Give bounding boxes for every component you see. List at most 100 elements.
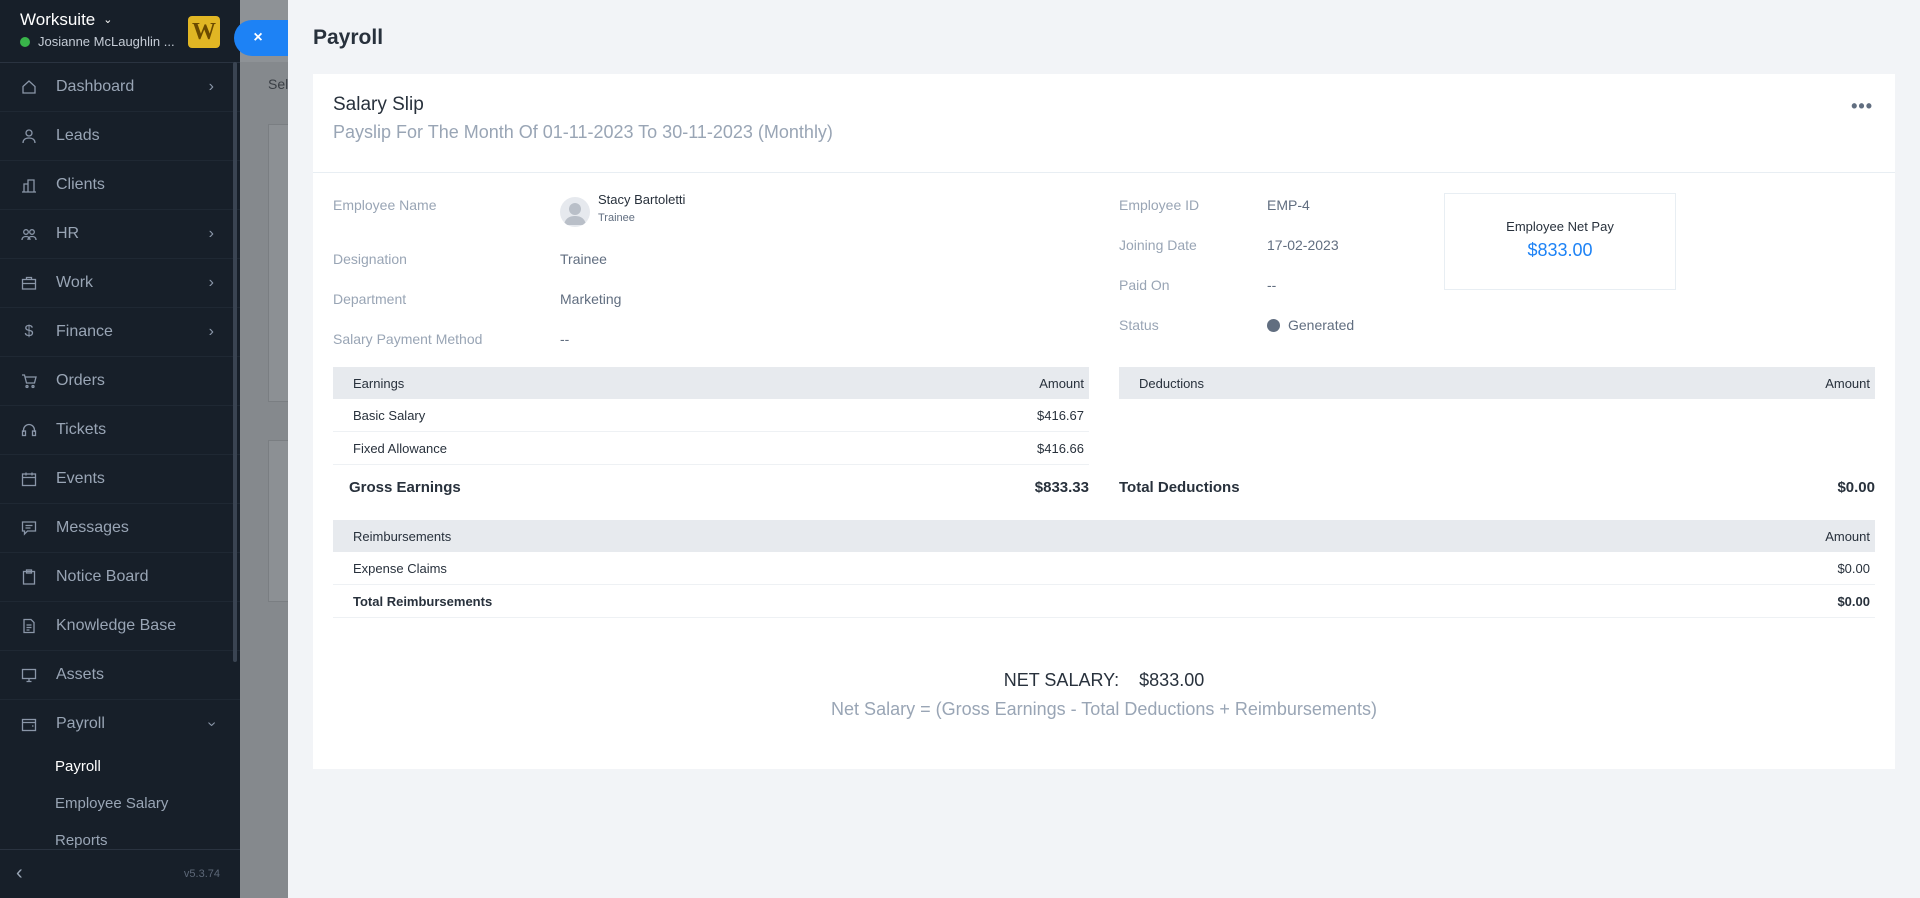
employee-name-label: Employee Name: [333, 197, 437, 213]
sidebar-item-label: HR: [56, 225, 80, 242]
sidebar-item-finance[interactable]: $ Finance ›: [0, 308, 240, 357]
chevron-right-icon: ›: [208, 323, 214, 340]
sidebar-item-label: Orders: [56, 372, 105, 389]
background-card: [268, 440, 290, 602]
submenu-item-employee-salary[interactable]: Employee Salary: [0, 785, 240, 822]
reimbursement-name: Expense Claims: [353, 561, 447, 576]
headset-icon: [20, 421, 38, 439]
reimbursements-header: Reimbursements: [353, 529, 452, 544]
sidebar-item-events[interactable]: Events: [0, 455, 240, 504]
close-panel-button[interactable]: ×: [234, 20, 288, 56]
reimbursement-amount: $0.00: [1837, 561, 1870, 576]
people-icon: [20, 225, 38, 243]
table-header: Earnings Amount: [333, 367, 1089, 399]
department-value: Marketing: [560, 291, 622, 307]
sidebar-item-orders[interactable]: Orders: [0, 357, 240, 406]
status-text: Generated: [1288, 317, 1355, 333]
amount-header: Amount: [1039, 376, 1084, 391]
sidebar: Worksuite ⌄ Josianne McLaughlin ... W Das…: [0, 0, 240, 898]
joining-date-value: 17-02-2023: [1267, 237, 1339, 253]
designation-value: Trainee: [560, 251, 607, 267]
net-salary-formula: Net Salary = (Gross Earnings - Total Ded…: [831, 699, 1377, 719]
home-icon: [20, 78, 38, 96]
gross-earnings-label: Gross Earnings: [349, 479, 461, 496]
employee-id-label: Employee ID: [1119, 197, 1200, 213]
net-pay-label: Employee Net Pay: [1506, 219, 1614, 234]
total-deductions-label: Total Deductions: [1119, 479, 1240, 496]
sidebar-item-label: Dashboard: [56, 78, 135, 95]
chevron-down-icon: ⌄: [103, 14, 113, 26]
table-row: Fixed Allowance $416.66: [333, 432, 1089, 465]
chevron-right-icon: ›: [208, 225, 214, 242]
status-label: Status: [1119, 317, 1159, 333]
sidebar-item-leads[interactable]: Leads: [0, 112, 240, 161]
paid-on-label: Paid On: [1119, 277, 1170, 293]
submenu-item-payroll[interactable]: Payroll: [0, 748, 240, 785]
sidebar-item-label: Payroll: [56, 715, 105, 732]
amount-header: Amount: [1825, 376, 1870, 391]
designation-label: Designation: [333, 251, 407, 267]
table-header: Deductions Amount: [1119, 367, 1875, 399]
employee-id-value: EMP-4: [1267, 197, 1310, 213]
sidebar-item-knowledge-base[interactable]: Knowledge Base: [0, 602, 240, 651]
sidebar-item-payroll[interactable]: Payroll ›: [0, 700, 240, 748]
net-salary-value: $833.00: [1139, 670, 1205, 690]
earning-name: Fixed Allowance: [353, 441, 447, 456]
earning-name: Basic Salary: [353, 408, 426, 423]
current-user[interactable]: Josianne McLaughlin ...: [20, 34, 175, 49]
deductions-header: Deductions: [1139, 376, 1205, 391]
sidebar-item-clients[interactable]: Clients: [0, 161, 240, 210]
calendar-icon: [20, 470, 38, 488]
sidebar-item-label: Knowledge Base: [56, 617, 177, 634]
salary-slip-card: Salary Slip Payslip For The Month Of 01-…: [313, 74, 1895, 769]
chevron-right-icon: ›: [208, 274, 214, 291]
more-options-icon[interactable]: •••: [1851, 96, 1873, 117]
earning-amount: $416.66: [1037, 441, 1084, 456]
employee-name[interactable]: Stacy Bartoletti: [598, 192, 685, 207]
avatar: [560, 197, 590, 227]
department-label: Department: [333, 291, 407, 307]
table-row: Basic Salary $416.67: [333, 399, 1089, 432]
sidebar-item-assets[interactable]: Assets: [0, 651, 240, 700]
cart-icon: [20, 372, 38, 390]
amount-header: Amount: [1825, 529, 1870, 544]
sidebar-footer: ‹ v5.3.74: [0, 849, 240, 898]
joining-date-label: Joining Date: [1119, 237, 1197, 253]
sidebar-header: Worksuite ⌄ Josianne McLaughlin ... W: [0, 0, 240, 63]
sidebar-item-work[interactable]: Work ›: [0, 259, 240, 308]
net-salary-label: NET SALARY:: [1003, 670, 1120, 690]
reimbursements-table: Reimbursements Amount Expense Claims $0.…: [333, 520, 1875, 618]
deductions-table: Deductions Amount: [1119, 367, 1875, 399]
online-status-icon: [20, 37, 30, 47]
net-salary: NET SALARY: $833.00: [313, 670, 1895, 691]
sidebar-item-label: Leads: [56, 127, 100, 144]
collapse-sidebar-icon[interactable]: ‹: [16, 862, 23, 885]
sidebar-scrollbar[interactable]: [233, 62, 237, 662]
sidebar-item-messages[interactable]: Messages: [0, 504, 240, 553]
chevron-down-icon: ›: [203, 721, 221, 727]
building-icon: [20, 176, 38, 194]
brand-name: Worksuite: [20, 10, 96, 29]
sidebar-item-tickets[interactable]: Tickets: [0, 406, 240, 455]
wallet-icon: [20, 715, 38, 733]
sidebar-item-label: Messages: [56, 519, 129, 536]
payroll-submenu: Payroll Employee Salary Reports: [0, 748, 240, 859]
sidebar-item-label: Assets: [56, 666, 105, 683]
earnings-header: Earnings: [353, 376, 405, 391]
total-reimbursements-label: Total Reimbursements: [353, 594, 493, 609]
sidebar-item-notice-board[interactable]: Notice Board: [0, 553, 240, 602]
chat-icon: [20, 519, 38, 537]
company-switcher[interactable]: Worksuite ⌄: [20, 10, 112, 30]
net-pay-box: Employee Net Pay $833.00: [1444, 193, 1676, 290]
company-logo: W: [188, 16, 220, 48]
app-version: v5.3.74: [183, 868, 220, 880]
net-pay-value: $833.00: [1527, 240, 1593, 260]
sidebar-item-label: Notice Board: [56, 568, 149, 585]
sidebar-item-dashboard[interactable]: Dashboard ›: [0, 63, 240, 112]
dollar-icon: $: [24, 323, 34, 340]
document-icon: [20, 617, 38, 635]
payroll-panel: Payroll Salary Slip Payslip For The Mont…: [288, 0, 1920, 898]
employee-role: Trainee: [598, 212, 635, 224]
sidebar-item-hr[interactable]: HR ›: [0, 210, 240, 259]
card-title: Salary Slip: [333, 94, 424, 115]
